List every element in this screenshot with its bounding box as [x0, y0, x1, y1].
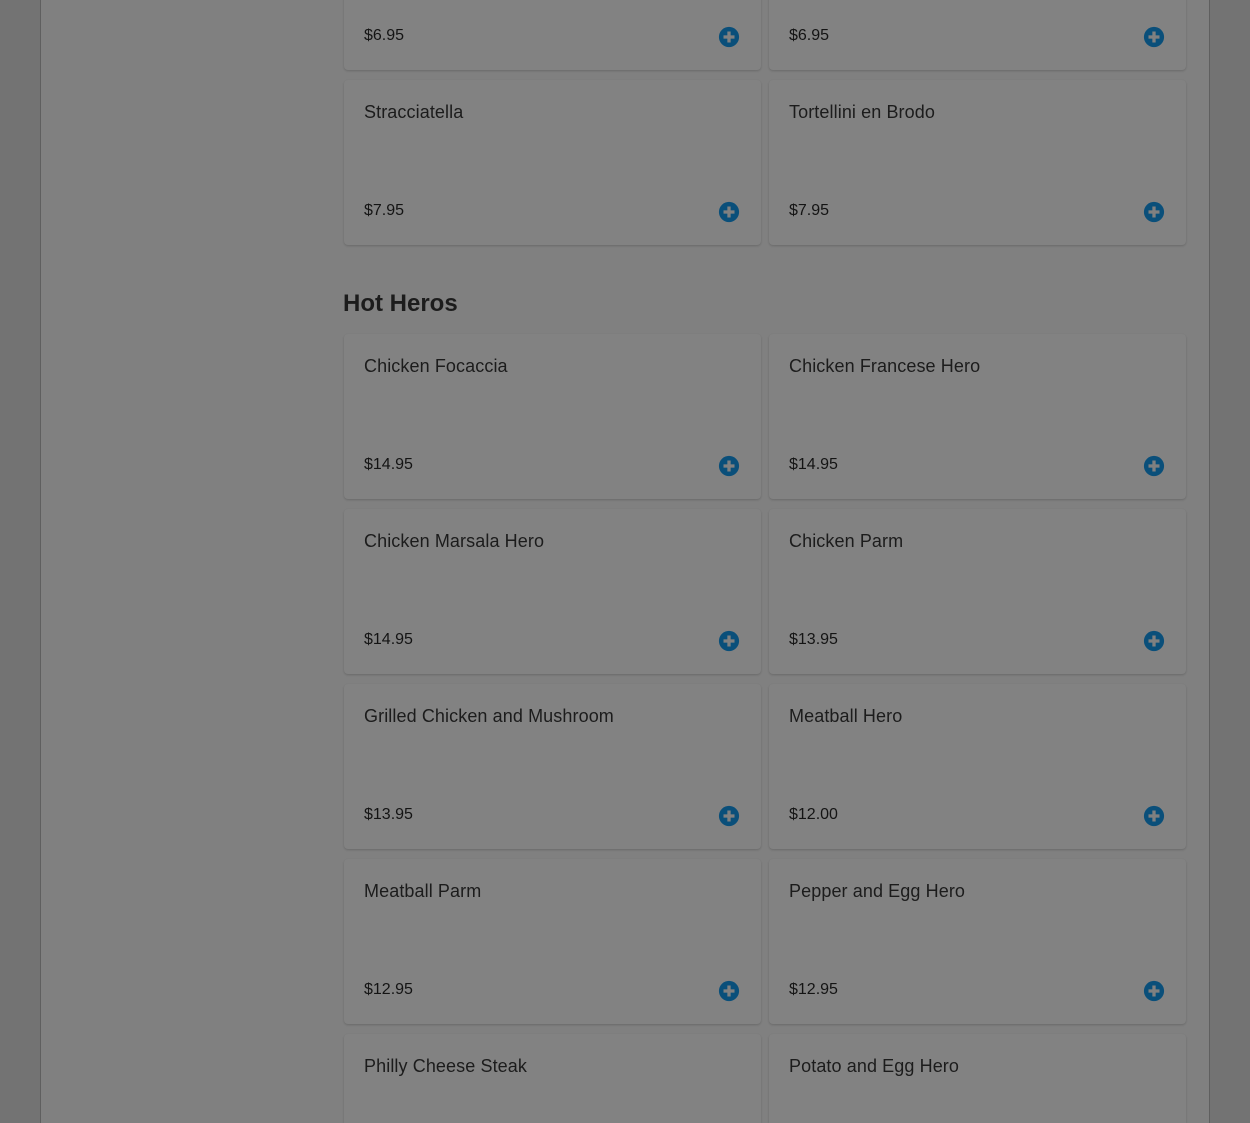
item-price: $6.95 — [789, 27, 830, 44]
item-price: $14.95 — [789, 456, 838, 473]
item-price: $7.95 — [789, 202, 830, 219]
item-price: $12.95 — [789, 981, 838, 998]
menu-item-card[interactable]: Tortellini en Brodo $7.95 — [769, 80, 1186, 245]
item-price: $13.95 — [364, 806, 413, 823]
item-price: $12.00 — [789, 806, 838, 823]
plus-circle-icon[interactable] — [1143, 805, 1165, 827]
item-price: $14.95 — [364, 456, 413, 473]
menu-item-card[interactable]: $6.95 — [344, 0, 761, 70]
item-name: Tortellini en Brodo — [789, 102, 935, 122]
plus-circle-icon[interactable] — [1143, 455, 1165, 477]
item-price: $13.95 — [789, 631, 838, 648]
plus-circle-icon[interactable] — [718, 26, 740, 48]
menu-item-card[interactable]: Chicken Focaccia $14.95 — [344, 334, 761, 499]
menu-item-card[interactable]: Chicken Parm $13.95 — [769, 509, 1186, 674]
menu-item-card[interactable]: Chicken Francese Hero $14.95 — [769, 334, 1186, 499]
item-price: $14.95 — [364, 631, 413, 648]
plus-circle-icon[interactable] — [1143, 980, 1165, 1002]
menu-item-card[interactable]: Meatball Hero $12.00 — [769, 684, 1186, 849]
plus-circle-icon[interactable] — [1143, 201, 1165, 223]
menu-item-card[interactable]: Pepper and Egg Hero $12.95 — [769, 859, 1186, 1024]
item-name: Chicken Marsala Hero — [364, 531, 545, 551]
item-name: Pepper and Egg Hero — [789, 881, 966, 901]
plus-circle-icon[interactable] — [1143, 26, 1165, 48]
plus-circle-icon[interactable] — [718, 980, 740, 1002]
menu-item-card[interactable]: Grilled Chicken and Mushroom $13.95 — [344, 684, 761, 849]
item-name: Chicken Parm — [789, 531, 904, 551]
plus-circle-icon[interactable] — [718, 455, 740, 477]
item-name: Meatball Hero — [789, 706, 903, 726]
menu-item-card[interactable]: Potato and Egg Hero — [769, 1034, 1186, 1123]
item-price: $6.95 — [364, 27, 405, 44]
menu-item-card[interactable]: Meatball Parm $12.95 — [344, 859, 761, 1024]
menu-item-card[interactable]: Philly Cheese Steak — [344, 1034, 761, 1123]
item-price: $12.95 — [364, 981, 413, 998]
item-name: Philly Cheese Steak — [364, 1056, 527, 1076]
plus-circle-icon[interactable] — [718, 630, 740, 652]
item-name: Grilled Chicken and Mushroom — [364, 706, 614, 726]
section-title-hot-heros: Hot Heros — [343, 290, 458, 317]
item-name: Chicken Focaccia — [364, 356, 508, 376]
plus-circle-icon[interactable] — [718, 201, 740, 223]
menu-item-card[interactable]: Chicken Marsala Hero $14.95 — [344, 509, 761, 674]
plus-circle-icon[interactable] — [1143, 630, 1165, 652]
menu-item-card[interactable]: $6.95 — [769, 0, 1186, 70]
item-name: Potato and Egg Hero — [789, 1056, 960, 1076]
menu-item-card[interactable]: Stracciatella $7.95 — [344, 80, 761, 245]
item-price: $7.95 — [364, 202, 405, 219]
item-name: Meatball Parm — [364, 881, 482, 901]
plus-circle-icon[interactable] — [718, 805, 740, 827]
item-name: Stracciatella — [364, 102, 464, 122]
item-name: Chicken Francese Hero — [789, 356, 981, 376]
